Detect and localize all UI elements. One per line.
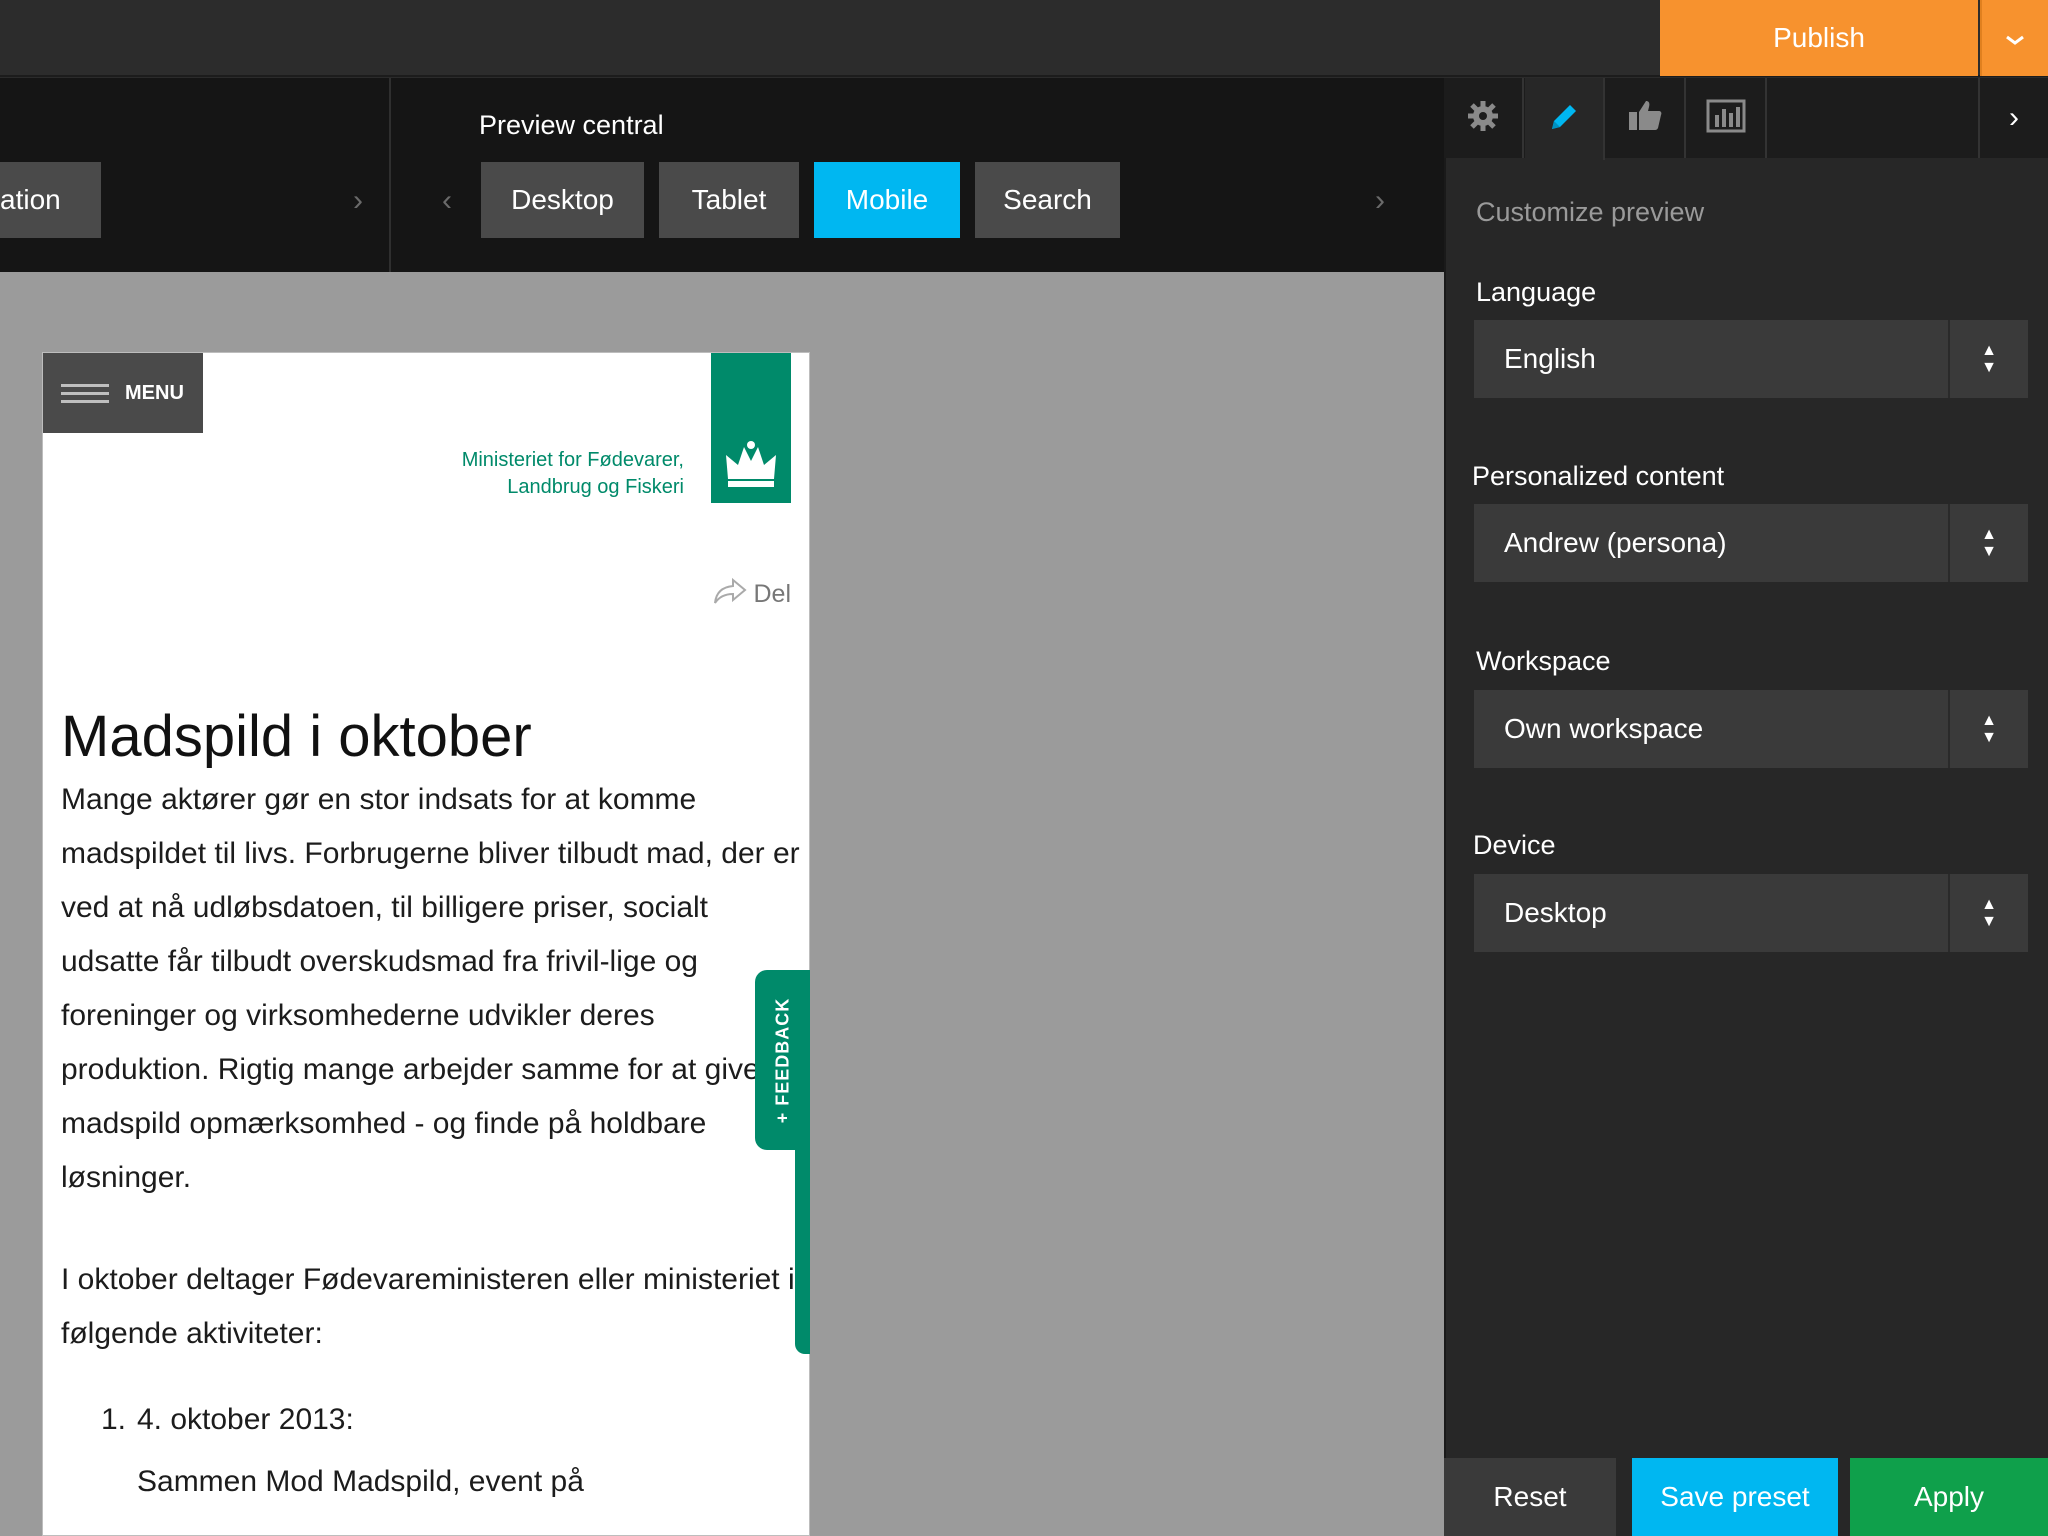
- list-number: 1.: [101, 1403, 127, 1436]
- article-body: Mange aktører gør en stor indsats for at…: [61, 773, 806, 1409]
- feedback-tab[interactable]: + FEEDBACK: [755, 970, 810, 1150]
- preview-central-title: Preview central: [479, 110, 664, 140]
- workspace-label: Workspace: [1476, 646, 1611, 676]
- article-paragraph-1: Mange aktører gør en stor indsats for at…: [61, 783, 800, 1194]
- select-arrows-icon: ▲ ▼: [1948, 690, 2028, 768]
- channel-tablet[interactable]: Tablet: [659, 162, 799, 238]
- feedback-label: + FEEDBACK: [772, 997, 793, 1123]
- feedback-bar: [795, 1140, 810, 1354]
- language-value: English: [1504, 343, 1596, 374]
- mobile-preview-frame: MENU Ministeriet for Fødevarer, Landbrug…: [42, 352, 810, 1536]
- personalized-content-value: Andrew (persona): [1504, 527, 1727, 558]
- share-link[interactable]: Del: [713, 577, 791, 612]
- tab-feedback[interactable]: [1606, 78, 1686, 158]
- ministry-line-1: Ministeriet for Fødevarer,: [461, 449, 684, 471]
- chart-icon: [1706, 99, 1746, 138]
- channel-desktop[interactable]: Desktop: [481, 162, 644, 238]
- device-label: Device: [1473, 830, 1556, 860]
- article-title: Madspild i oktober: [61, 704, 532, 769]
- workspace-value: Own workspace: [1504, 713, 1704, 744]
- chevron-right-icon: ›: [2009, 101, 2019, 134]
- tab-settings[interactable]: [1444, 78, 1524, 158]
- strip-divider: [389, 78, 391, 272]
- share-label: Del: [753, 580, 791, 608]
- activity-list: 1. 4. oktober 2013: Sammen Mod Madspild, …: [101, 1389, 584, 1513]
- device-value: Desktop: [1504, 897, 1607, 928]
- hamburger-icon: [61, 383, 109, 403]
- channel-button-partial[interactable]: ation: [0, 162, 101, 238]
- channel-mobile[interactable]: Mobile: [814, 162, 960, 238]
- chevron-left-icon[interactable]: ‹: [435, 184, 459, 218]
- workspace-select[interactable]: Own workspace ▲ ▼: [1474, 690, 2028, 768]
- pencil-icon: [1546, 99, 1582, 140]
- save-preset-button[interactable]: Save preset: [1632, 1458, 1838, 1536]
- ministry-line-2: Landbrug og Fiskeri: [507, 476, 684, 498]
- device-select[interactable]: Desktop ▲ ▼: [1474, 874, 2028, 952]
- select-arrows-icon: ▲ ▼: [1948, 320, 2028, 398]
- publish-dropdown-button[interactable]: [1980, 0, 2048, 76]
- personalized-content-label: Personalized content: [1472, 461, 1725, 491]
- tab-edit[interactable]: [1525, 78, 1605, 160]
- channel-button-label: ation: [0, 184, 61, 215]
- publish-button[interactable]: Publish: [1660, 0, 1978, 76]
- channel-search[interactable]: Search: [975, 162, 1120, 238]
- chevron-right-icon[interactable]: ›: [1368, 184, 1392, 218]
- language-label: Language: [1476, 277, 1597, 307]
- reset-button[interactable]: Reset: [1444, 1458, 1616, 1536]
- list-item-date: 4. oktober 2013:: [137, 1403, 354, 1436]
- tab-analytics[interactable]: [1687, 78, 1767, 158]
- menu-label: MENU: [125, 381, 184, 404]
- chevron-right-icon[interactable]: ›: [346, 184, 370, 218]
- panel-next-button[interactable]: ›: [1978, 78, 2048, 158]
- article-paragraph-2: I oktober deltager Fødevareministeren el…: [61, 1263, 795, 1350]
- select-arrows-icon: ▲ ▼: [1948, 874, 2028, 952]
- gear-icon: [1466, 99, 1500, 138]
- share-icon: [713, 577, 748, 612]
- language-select[interactable]: English ▲ ▼: [1474, 320, 2028, 398]
- thumbs-up-icon: [1626, 98, 1664, 139]
- customize-heading: Customize preview: [1476, 197, 1705, 227]
- menu-button[interactable]: MENU: [43, 353, 203, 433]
- apply-button[interactable]: Apply: [1850, 1458, 2048, 1536]
- list-item: 1. 4. oktober 2013:: [101, 1389, 584, 1451]
- chevron-down-icon: [2004, 23, 2026, 54]
- personalized-content-select[interactable]: Andrew (persona) ▲ ▼: [1474, 504, 2028, 582]
- ministry-logo-text[interactable]: Ministeriet for Fødevarer, Landbrug og F…: [462, 447, 684, 501]
- crown-logo-icon[interactable]: [711, 353, 791, 503]
- list-item-text: Sammen Mod Madspild, event på: [137, 1465, 584, 1498]
- select-arrows-icon: ▲ ▼: [1948, 504, 2028, 582]
